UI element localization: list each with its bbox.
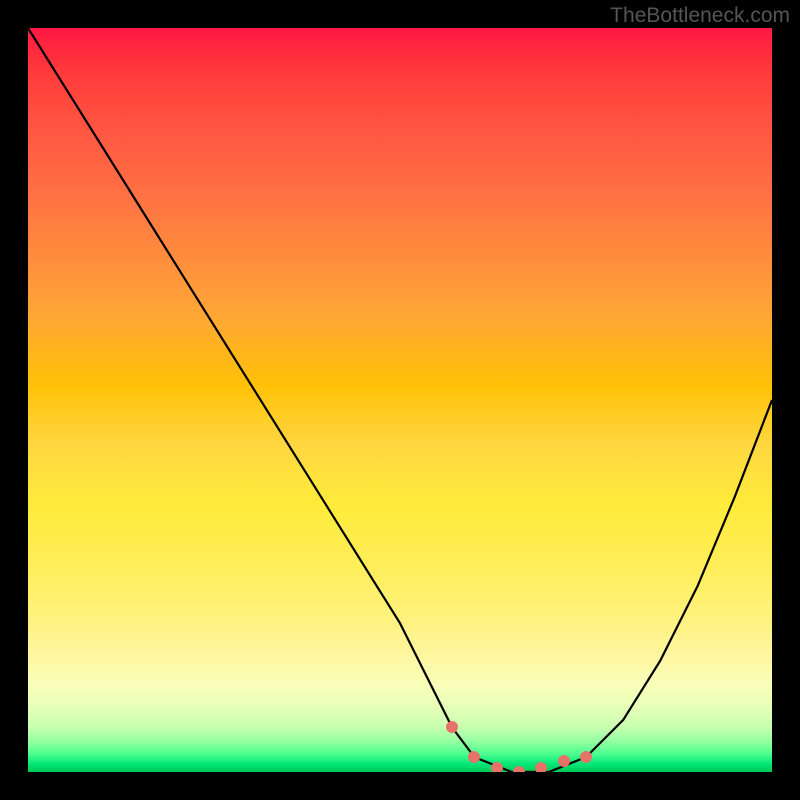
plot-area <box>28 28 772 772</box>
optimal-marker <box>446 721 458 733</box>
bottleneck-curve <box>28 28 772 772</box>
optimal-marker <box>513 766 525 772</box>
watermark-text: TheBottleneck.com <box>610 4 790 28</box>
optimal-marker <box>558 755 570 767</box>
optimal-marker <box>468 751 480 763</box>
optimal-marker <box>491 762 503 772</box>
optimal-marker <box>535 762 547 772</box>
optimal-marker <box>580 751 592 763</box>
